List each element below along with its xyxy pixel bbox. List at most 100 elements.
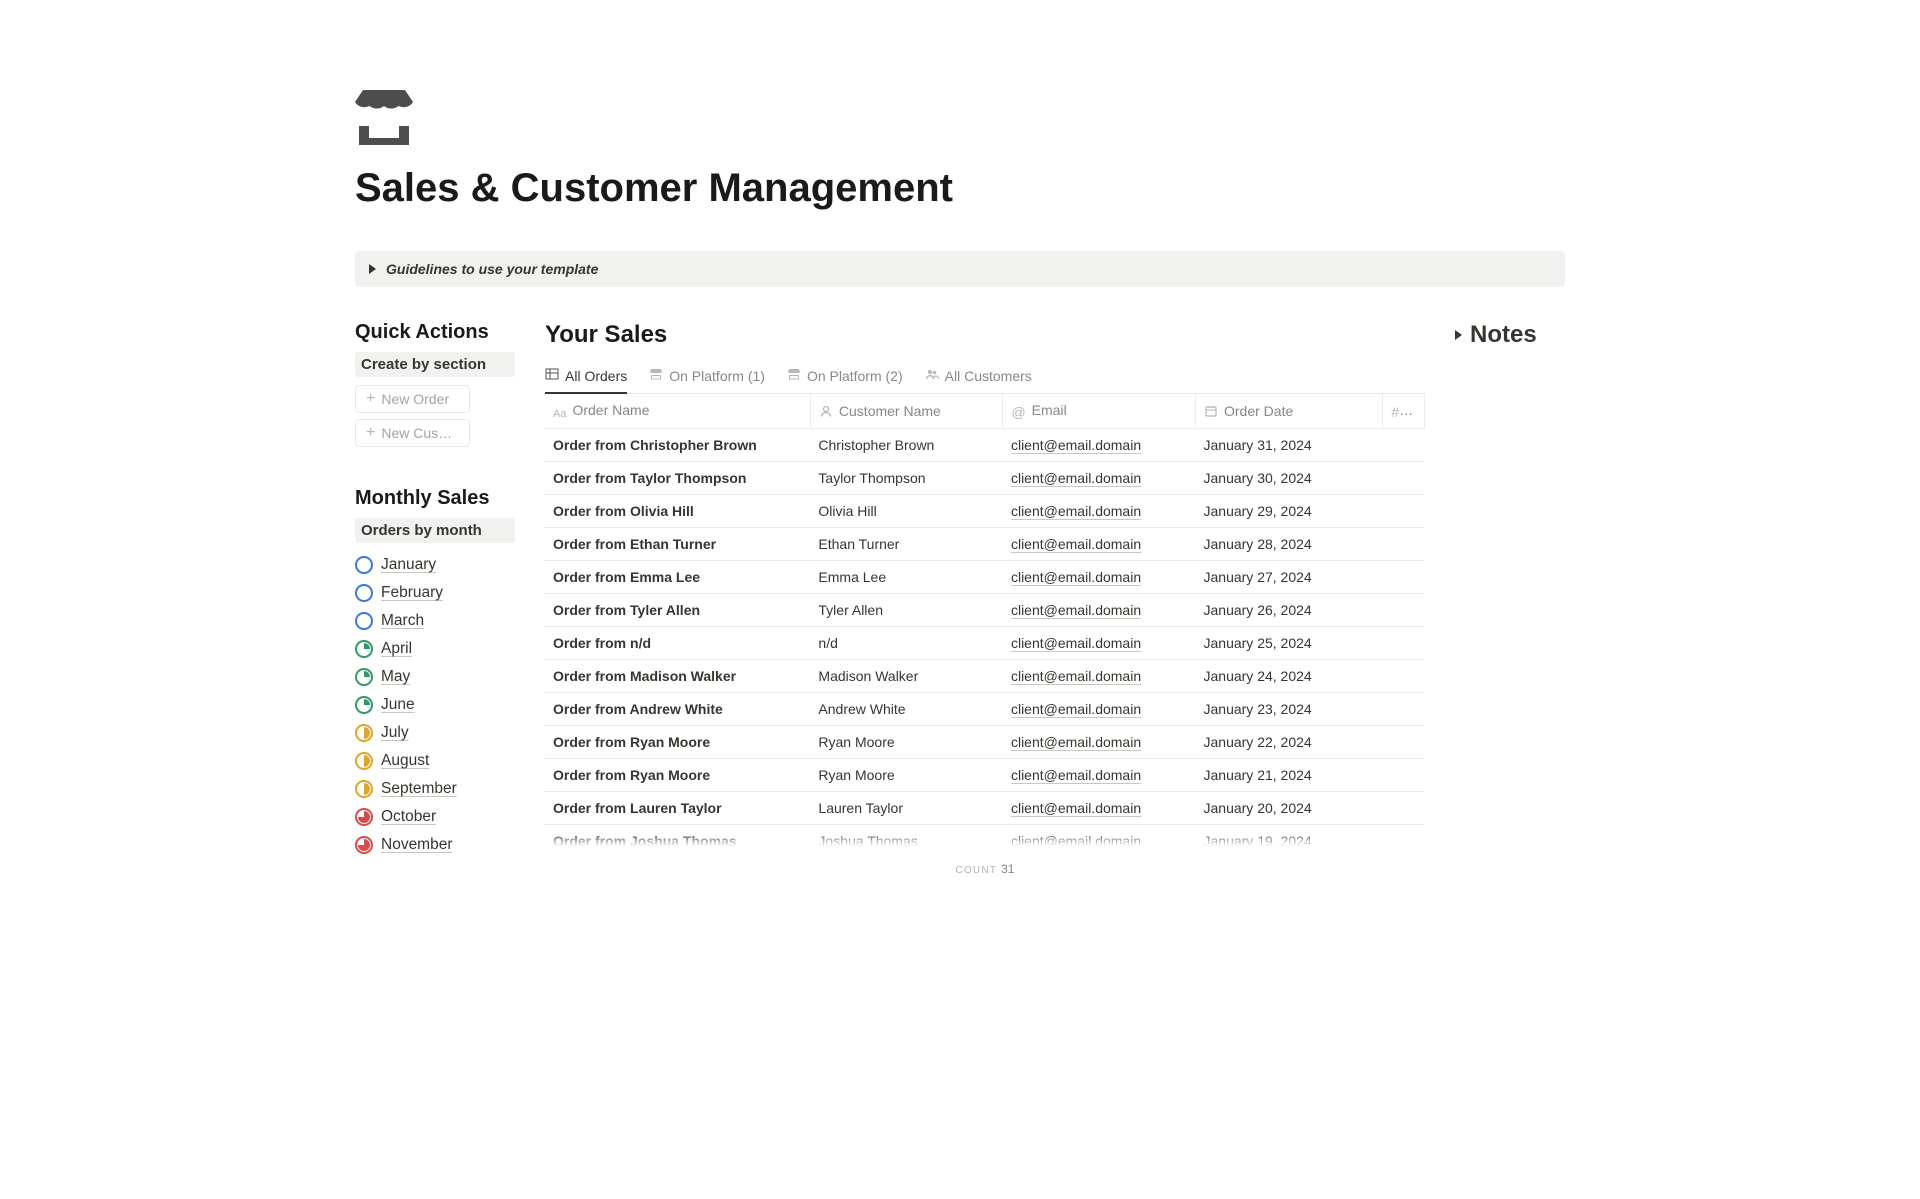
new-order-button[interactable]: +New Order (355, 385, 470, 413)
tab-label: On Platform (2) (807, 368, 903, 384)
progress-circle-icon (355, 724, 373, 742)
quick-actions-heading: Quick Actions (355, 321, 515, 344)
table-row[interactable]: Order from Joshua ThomasJoshua Thomascli… (545, 825, 1425, 858)
tab-label: All Customers (945, 368, 1032, 384)
new-customer-button[interactable]: + New Cus… (355, 419, 470, 447)
month-label: June (381, 696, 415, 714)
cell-order-date: January 27, 2024 (1196, 561, 1383, 594)
cell-quantity (1383, 528, 1425, 561)
cell-customer: Andrew White (810, 693, 1003, 726)
cell-email: client@email.domain (1003, 429, 1196, 462)
cell-order-date: January 22, 2024 (1196, 726, 1383, 759)
table-row[interactable]: Order from n/dn/dclient@email.domainJanu… (545, 627, 1425, 660)
cell-quantity (1383, 462, 1425, 495)
table-row[interactable]: Order from Tyler AllenTyler Allenclient@… (545, 594, 1425, 627)
cell-order-date: January 19, 2024 (1196, 825, 1383, 858)
month-label: May (381, 668, 410, 686)
cell-order-date: January 30, 2024 (1196, 462, 1383, 495)
cell-order-date: January 18, 2024 (1196, 858, 1383, 859)
cell-order-name: Order from Emma Lee (545, 561, 810, 594)
month-october[interactable]: October (355, 803, 515, 831)
progress-circle-icon (355, 640, 373, 658)
table-row[interactable]: Order from Christopher BrownChristopher … (545, 429, 1425, 462)
month-label: March (381, 612, 424, 630)
cell-email: client@email.domain (1003, 693, 1196, 726)
cell-order-date: January 20, 2024 (1196, 792, 1383, 825)
month-november[interactable]: November (355, 831, 515, 859)
cell-email: client@email.domain (1003, 495, 1196, 528)
tab-on-platform-2[interactable]: On Platform (2) (787, 361, 903, 394)
cell-order-date: January 28, 2024 (1196, 528, 1383, 561)
cell-order-date: January 26, 2024 (1196, 594, 1383, 627)
cell-customer: n/d (810, 627, 1003, 660)
cell-order-name: Order from Ryan Moore (545, 759, 810, 792)
cell-quantity (1383, 759, 1425, 792)
table-row[interactable]: Order from Taylor ThompsonTaylor Thompso… (545, 462, 1425, 495)
cell-quantity (1383, 858, 1425, 859)
table-row[interactable]: Order from Olivia HillOlivia Hillclient@… (545, 495, 1425, 528)
cell-order-name: Order from Brittany Anderson (545, 858, 810, 859)
column-header-order_name[interactable]: AaOrder Name (545, 394, 810, 429)
progress-circle-icon (355, 780, 373, 798)
month-january[interactable]: January (355, 551, 515, 579)
table-row[interactable]: Order from Ryan MooreRyan Mooreclient@em… (545, 759, 1425, 792)
progress-circle-icon (355, 836, 373, 854)
table-row[interactable]: Order from Ryan MooreRyan Mooreclient@em… (545, 726, 1425, 759)
month-label: July (381, 724, 409, 742)
progress-circle-icon (355, 612, 373, 630)
cell-email: client@email.domain (1003, 792, 1196, 825)
column-header-order_date[interactable]: Order Date (1196, 394, 1383, 429)
table-row[interactable]: Order from Ethan TurnerEthan Turnerclien… (545, 528, 1425, 561)
cell-email: client@email.domain (1003, 594, 1196, 627)
tab-on-platform-1[interactable]: On Platform (1) (649, 361, 765, 394)
cell-email: client@email.domain (1003, 726, 1196, 759)
column-header-quantity[interactable]: #C (1383, 394, 1425, 429)
notes-toggle[interactable]: Notes (1455, 321, 1565, 349)
monthly-sales-heading: Monthly Sales (355, 487, 515, 510)
column-label: Customer Name (839, 403, 941, 419)
progress-circle-icon (355, 584, 373, 602)
cell-order-name: Order from Taylor Thompson (545, 462, 810, 495)
cell-customer: Tyler Allen (810, 594, 1003, 627)
cell-email: client@email.domain (1003, 858, 1196, 859)
cell-order-name: Order from Olivia Hill (545, 495, 810, 528)
table-row[interactable]: Order from Brittany AndersonBrittany And… (545, 858, 1425, 859)
month-label: January (381, 556, 436, 574)
month-may[interactable]: May (355, 663, 515, 691)
month-february[interactable]: February (355, 579, 515, 607)
cell-email: client@email.domain (1003, 561, 1196, 594)
progress-circle-icon (355, 556, 373, 574)
cell-order-name: Order from Christopher Brown (545, 429, 810, 462)
month-april[interactable]: April (355, 635, 515, 663)
column-label: Order Name (572, 402, 649, 418)
column-header-customer[interactable]: Customer Name (810, 394, 1003, 429)
month-label: February (381, 584, 443, 602)
button-label: New Cus… (381, 425, 452, 441)
plus-icon: + (366, 391, 375, 407)
cell-quantity (1383, 627, 1425, 660)
table-row[interactable]: Order from Lauren TaylorLauren Taylorcli… (545, 792, 1425, 825)
tab-all-customers[interactable]: All Customers (925, 361, 1032, 394)
column-header-email[interactable]: @Email (1003, 394, 1196, 429)
tab-label: On Platform (1) (669, 368, 765, 384)
cell-quantity (1383, 693, 1425, 726)
cell-customer: Taylor Thompson (810, 462, 1003, 495)
table-row[interactable]: Order from Emma LeeEmma Leeclient@email.… (545, 561, 1425, 594)
guidelines-toggle[interactable]: Guidelines to use your template (355, 251, 1565, 287)
table-row[interactable]: Order from Andrew WhiteAndrew Whiteclien… (545, 693, 1425, 726)
tab-label: All Orders (565, 368, 627, 384)
month-march[interactable]: March (355, 607, 515, 635)
cell-email: client@email.domain (1003, 825, 1196, 858)
cell-email: client@email.domain (1003, 759, 1196, 792)
cell-customer: Christopher Brown (810, 429, 1003, 462)
month-june[interactable]: June (355, 691, 515, 719)
month-july[interactable]: July (355, 719, 515, 747)
cell-order-date: January 24, 2024 (1196, 660, 1383, 693)
plus-icon: + (366, 425, 375, 441)
table-row[interactable]: Order from Madison WalkerMadison Walkerc… (545, 660, 1425, 693)
tab-all-orders[interactable]: All Orders (545, 361, 627, 394)
month-september[interactable]: September (355, 775, 515, 803)
notes-heading: Notes (1470, 321, 1537, 349)
cell-quantity (1383, 726, 1425, 759)
month-august[interactable]: August (355, 747, 515, 775)
